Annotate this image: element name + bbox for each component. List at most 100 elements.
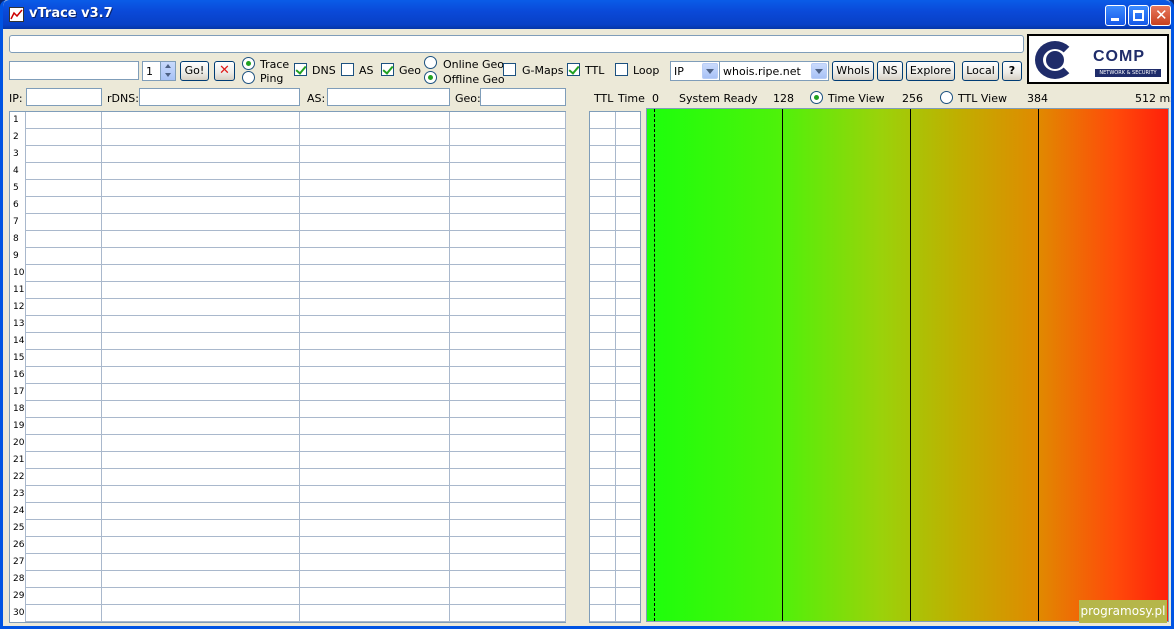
geo-filter-input[interactable] (480, 88, 566, 106)
ttl-time-row[interactable] (590, 146, 640, 163)
whois-button[interactable]: WhoIs (832, 61, 874, 81)
geo-checkbox[interactable] (381, 63, 394, 76)
maximize-button[interactable] (1128, 5, 1149, 26)
table-row[interactable]: 6 (10, 197, 566, 214)
as-filter-input[interactable] (327, 88, 450, 106)
ttl-view-radio[interactable] (940, 91, 953, 104)
table-row[interactable]: 25 (10, 520, 566, 537)
ttl-time-row[interactable] (590, 520, 640, 537)
ttl-time-row[interactable] (590, 554, 640, 571)
table-row[interactable]: 13 (10, 316, 566, 333)
table-row[interactable]: 5 (10, 180, 566, 197)
host-input[interactable] (9, 61, 139, 80)
ttl-time-row[interactable] (590, 384, 640, 401)
online-geo-radio[interactable] (424, 56, 437, 69)
table-row[interactable]: 2 (10, 129, 566, 146)
table-row[interactable]: 14 (10, 333, 566, 350)
ns-button[interactable]: NS (877, 61, 903, 81)
as-checkbox[interactable] (341, 63, 354, 76)
help-button[interactable]: ? (1002, 61, 1022, 81)
zero-marker-line (654, 109, 655, 621)
table-row[interactable]: 22 (10, 469, 566, 486)
ttl-time-row[interactable] (590, 333, 640, 350)
loop-checkbox[interactable] (615, 63, 628, 76)
table-row[interactable]: 15 (10, 350, 566, 367)
stop-button[interactable]: ✕ (214, 61, 235, 81)
ttl-time-row[interactable] (590, 588, 640, 605)
ttl-time-row[interactable] (590, 163, 640, 180)
dns-checkbox[interactable] (294, 63, 307, 76)
table-row[interactable]: 8 (10, 231, 566, 248)
ttl-time-row[interactable] (590, 231, 640, 248)
ttl-time-row[interactable] (590, 214, 640, 231)
row-number: 17 (10, 384, 26, 401)
hops-input[interactable] (142, 61, 161, 81)
table-row[interactable]: 21 (10, 452, 566, 469)
ttl-time-row[interactable] (590, 486, 640, 503)
table-cell (26, 112, 102, 129)
offline-geo-radio[interactable] (424, 71, 437, 84)
table-row[interactable]: 29 (10, 588, 566, 605)
table-row[interactable]: 7 (10, 214, 566, 231)
ttl-time-row[interactable] (590, 265, 640, 282)
table-row[interactable]: 20 (10, 435, 566, 452)
ttl-time-row[interactable] (590, 180, 640, 197)
table-row[interactable]: 17 (10, 384, 566, 401)
table-row[interactable]: 3 (10, 146, 566, 163)
ttl-time-row[interactable] (590, 503, 640, 520)
table-row[interactable]: 11 (10, 282, 566, 299)
hops-spinner[interactable] (160, 61, 176, 81)
table-cell (300, 180, 450, 197)
ttl-time-row[interactable] (590, 401, 640, 418)
ttl-time-row[interactable] (590, 112, 640, 129)
chevron-down-icon[interactable] (811, 63, 827, 79)
table-row[interactable]: 30 (10, 605, 566, 622)
time-view-radio[interactable] (810, 91, 823, 104)
hop-table[interactable]: 1 2 3 4 5 6 7 8 9 10 11 12 13 14 15 16 17 18 19 20 21 22 23 24 2… (9, 111, 566, 623)
minimize-button[interactable] (1105, 5, 1126, 26)
ttl-time-row[interactable] (590, 469, 640, 486)
ttl-time-row[interactable] (590, 452, 640, 469)
rdns-filter-input[interactable] (139, 88, 300, 106)
ttl-time-row[interactable] (590, 605, 640, 622)
close-button[interactable]: ✕ (1150, 5, 1171, 26)
ping-radio[interactable] (242, 71, 255, 84)
table-row[interactable]: 12 (10, 299, 566, 316)
ttl-checkbox[interactable] (567, 63, 580, 76)
table-row[interactable]: 27 (10, 554, 566, 571)
ttl-time-row[interactable] (590, 197, 640, 214)
ttl-time-row[interactable] (590, 537, 640, 554)
ttl-time-row[interactable] (590, 248, 640, 265)
type-select[interactable]: IP (670, 61, 720, 81)
table-row[interactable]: 19 (10, 418, 566, 435)
ttl-time-row[interactable] (590, 282, 640, 299)
table-row[interactable]: 16 (10, 367, 566, 384)
trace-radio[interactable] (242, 57, 255, 70)
ttl-time-row[interactable] (590, 571, 640, 588)
table-row[interactable]: 4 (10, 163, 566, 180)
title-bar[interactable]: vTrace v3.7 ✕ (3, 0, 1171, 29)
table-row[interactable]: 18 (10, 401, 566, 418)
table-row[interactable]: 10 (10, 265, 566, 282)
ttl-time-row[interactable] (590, 350, 640, 367)
whois-server-select[interactable]: whois.ripe.net (719, 61, 829, 81)
ttl-time-row[interactable] (590, 367, 640, 384)
ttl-time-row[interactable] (590, 316, 640, 333)
table-row[interactable]: 1 (10, 112, 566, 129)
table-row[interactable]: 24 (10, 503, 566, 520)
go-button[interactable]: Go! (180, 61, 209, 81)
ip-filter-input[interactable] (26, 88, 102, 106)
table-row[interactable]: 23 (10, 486, 566, 503)
explore-button[interactable]: Explore (906, 61, 955, 81)
ttl-time-table[interactable] (589, 111, 641, 623)
ttl-time-row[interactable] (590, 299, 640, 316)
local-button[interactable]: Local (962, 61, 999, 81)
gmaps-checkbox[interactable] (503, 63, 516, 76)
table-row[interactable]: 26 (10, 537, 566, 554)
ttl-time-row[interactable] (590, 435, 640, 452)
table-row[interactable]: 28 (10, 571, 566, 588)
ttl-time-row[interactable] (590, 129, 640, 146)
table-row[interactable]: 9 (10, 248, 566, 265)
ttl-time-row[interactable] (590, 418, 640, 435)
chevron-down-icon[interactable] (702, 63, 718, 79)
